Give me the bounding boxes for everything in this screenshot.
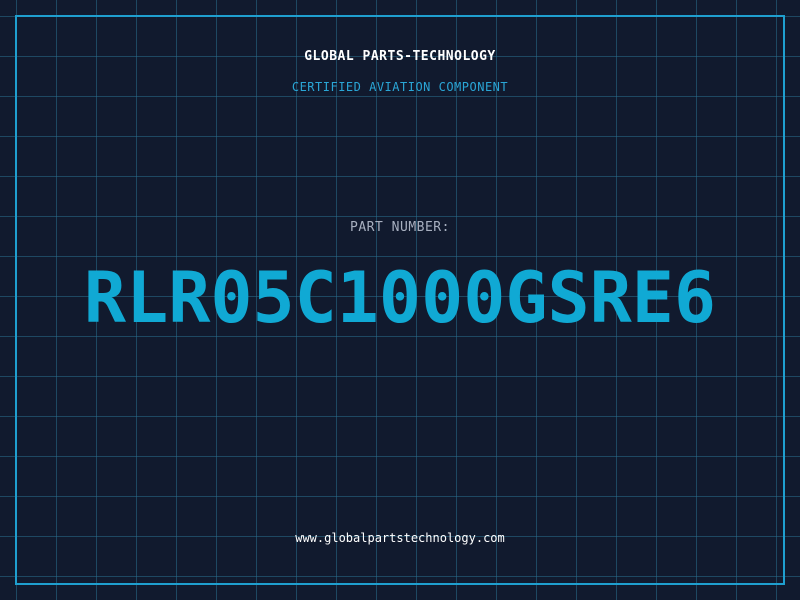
certification-subtitle: CERTIFIED AVIATION COMPONENT: [291, 80, 509, 94]
company-name: GLOBAL PARTS-TECHNOLOGY: [304, 49, 496, 64]
part-number-label: PART NUMBER:: [350, 220, 450, 235]
part-number: RLR05C1000GSRE6: [83, 257, 717, 339]
website-url: www.globalpartstechnology.com: [295, 531, 505, 545]
